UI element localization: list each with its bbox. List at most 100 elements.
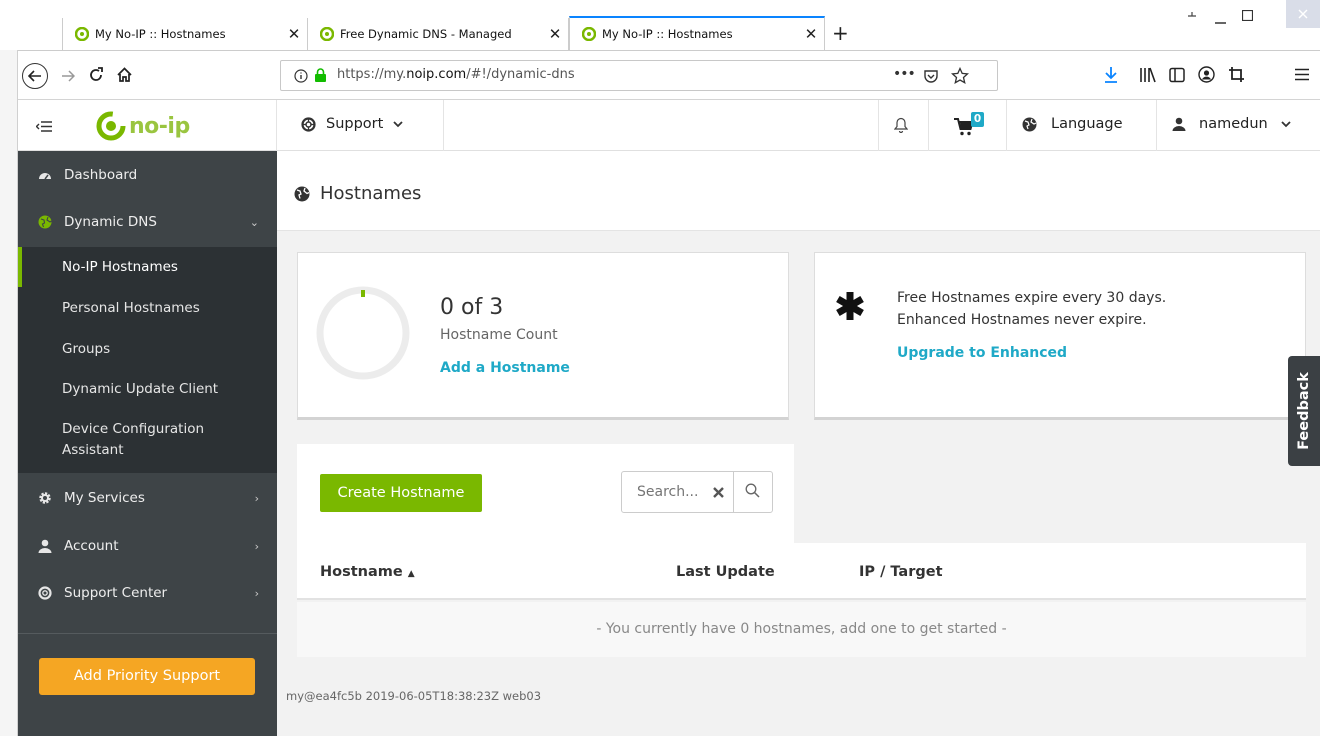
noip-logo[interactable]: no-ip xyxy=(96,111,190,141)
sort-ascending-icon: ▲ xyxy=(407,569,415,579)
info-icon[interactable] xyxy=(294,69,308,83)
pocket-icon[interactable] xyxy=(923,68,939,84)
page-actions-menu[interactable]: ••• xyxy=(893,66,916,82)
home-icon[interactable] xyxy=(116,66,133,83)
language-label: Language xyxy=(1051,116,1123,132)
dynamic-dns-submenu: No-IP Hostnames Personal Hostnames Group… xyxy=(18,247,277,473)
globe-icon xyxy=(38,215,52,229)
header-divider xyxy=(1006,100,1007,151)
hostname-info-card: Free Hostnames expire every 30 days. Enh… xyxy=(814,252,1306,420)
reload-icon[interactable] xyxy=(88,67,104,83)
info-line-2: Enhanced Hostnames never expire. xyxy=(897,312,1147,328)
hamburger-menu-icon[interactable] xyxy=(1295,68,1309,81)
language-selector[interactable]: Language xyxy=(1022,116,1123,132)
sidebar-item-label: Dynamic DNS xyxy=(64,214,157,230)
account-icon[interactable] xyxy=(1198,66,1215,83)
browser-nav-bar: https://my.noip.com/#!/dynamic-dns ••• xyxy=(18,50,1320,100)
gear-icon xyxy=(39,492,51,504)
minimize-window-icon[interactable] xyxy=(1215,14,1226,24)
window-edge xyxy=(0,0,18,736)
table-toolbar: Create Hostname xyxy=(297,444,794,543)
bookmark-star-icon[interactable] xyxy=(951,67,969,84)
cart-count-badge: 0 xyxy=(971,112,984,127)
clear-search-icon[interactable] xyxy=(713,487,724,498)
chevron-down-icon: ⌄ xyxy=(249,215,259,229)
hostname-count-ring xyxy=(316,286,410,380)
maximize-window-icon[interactable] xyxy=(1242,10,1253,21)
sidebar-item-my-services[interactable]: My Services › xyxy=(18,490,277,506)
browser-tab[interactable]: Free Dynamic DNS - Managed ✕ xyxy=(308,18,569,50)
sidebar-item-dynamic-dns[interactable]: Dynamic DNS ⌄ xyxy=(18,214,277,230)
user-icon xyxy=(1172,117,1186,131)
library-icon[interactable] xyxy=(1139,67,1156,83)
back-button[interactable] xyxy=(22,63,48,89)
sidebar-subitem-dynamic-update-client[interactable]: Dynamic Update Client xyxy=(62,379,218,400)
cart-button[interactable]: 0 xyxy=(954,112,988,140)
browser-tab-active[interactable]: My No-IP :: Hostnames ✕ xyxy=(569,16,825,50)
search-divider xyxy=(733,472,734,512)
collapse-sidebar-icon[interactable] xyxy=(36,121,52,132)
column-header-last-update[interactable]: Last Update xyxy=(676,564,775,580)
sidebar-item-dashboard[interactable]: Dashboard xyxy=(18,167,277,183)
column-header-ip-target[interactable]: IP / Target xyxy=(859,564,943,580)
tab-close-icon[interactable]: ✕ xyxy=(281,25,307,43)
support-label: Support xyxy=(326,116,384,132)
hostname-count-card: 0 of 3 Hostname Count Add a Hostname xyxy=(297,252,789,420)
notification-bell-icon[interactable] xyxy=(894,117,908,133)
sidebar-subitem-personal-hostnames[interactable]: Personal Hostnames xyxy=(62,298,200,319)
sidebar: Dashboard Dynamic DNS ⌄ No-IP Hostnames … xyxy=(18,151,277,736)
screenshot-crop-icon[interactable] xyxy=(1228,66,1245,83)
page-title-bar: Hostnames xyxy=(277,151,1320,231)
secure-lock-icon[interactable] xyxy=(314,68,327,83)
noip-logo-icon xyxy=(96,111,126,141)
sidebar-item-support-center[interactable]: Support Center › xyxy=(18,585,277,601)
chevron-right-icon: › xyxy=(254,539,259,553)
info-line-1: Free Hostnames expire every 30 days. xyxy=(897,290,1167,306)
sidebar-subitem-noip-hostnames[interactable]: No-IP Hostnames xyxy=(62,257,178,278)
browser-tab[interactable]: My No-IP :: Hostnames ✕ xyxy=(62,18,308,50)
asterisk-icon xyxy=(836,292,864,320)
new-tab-button[interactable]: + xyxy=(832,20,849,46)
sidebar-item-label: Account xyxy=(64,538,119,554)
header-divider xyxy=(878,100,879,151)
feedback-label: Feedback xyxy=(1296,372,1312,450)
sidebar-toggle-icon[interactable] xyxy=(1169,67,1185,83)
table-header-row: Hostname ▲ Last Update IP / Target xyxy=(297,543,1306,600)
sidebar-item-label: My Services xyxy=(64,490,145,506)
back-arrow-icon xyxy=(28,70,41,82)
add-hostname-link[interactable]: Add a Hostname xyxy=(440,360,570,376)
user-menu[interactable]: namedun xyxy=(1172,116,1291,132)
add-priority-support-button[interactable]: Add Priority Support xyxy=(39,658,255,695)
empty-table-message: - You currently have 0 hostnames, add on… xyxy=(297,602,1306,657)
search-icon[interactable] xyxy=(745,483,760,498)
lifebuoy-icon xyxy=(38,586,52,600)
sidebar-subitem-device-configuration-line2[interactable]: Assistant xyxy=(62,440,124,461)
tab-close-icon[interactable]: ✕ xyxy=(542,25,568,43)
download-icon[interactable] xyxy=(1103,66,1119,84)
chevron-down-icon xyxy=(393,120,403,127)
close-window-button[interactable] xyxy=(1286,0,1320,28)
url-text: https://my.noip.com/#!/dynamic-dns xyxy=(337,67,575,82)
sidebar-item-account[interactable]: Account › xyxy=(18,538,277,554)
chevron-right-icon: › xyxy=(254,586,259,600)
logo-text: no-ip xyxy=(129,113,190,139)
upgrade-to-enhanced-link[interactable]: Upgrade to Enhanced xyxy=(897,345,1067,361)
column-header-hostname[interactable]: Hostname ▲ xyxy=(320,564,415,580)
url-suffix: /#!/dynamic-dns xyxy=(466,67,575,82)
tab-close-icon[interactable]: ✕ xyxy=(798,25,824,43)
globe-icon xyxy=(1022,117,1037,131)
sidebar-subitem-device-configuration[interactable]: Device Configuration xyxy=(62,419,204,440)
close-window-icon xyxy=(1298,9,1308,19)
restore-tabs-icon[interactable] xyxy=(1186,10,1198,22)
sidebar-subitem-groups[interactable]: Groups xyxy=(62,339,110,360)
header-divider xyxy=(443,100,444,151)
active-indicator xyxy=(18,247,22,287)
sidebar-item-label: Dashboard xyxy=(64,167,138,183)
noip-favicon-icon xyxy=(582,27,596,41)
create-hostname-button[interactable]: Create Hostname xyxy=(320,474,482,512)
support-dropdown[interactable]: Support xyxy=(301,116,403,132)
url-bar[interactable]: https://my.noip.com/#!/dynamic-dns ••• xyxy=(280,60,998,91)
feedback-tab[interactable]: Feedback xyxy=(1288,356,1320,466)
forward-arrow-icon[interactable] xyxy=(61,70,75,82)
hostname-count-value: 0 of 3 xyxy=(440,295,504,320)
